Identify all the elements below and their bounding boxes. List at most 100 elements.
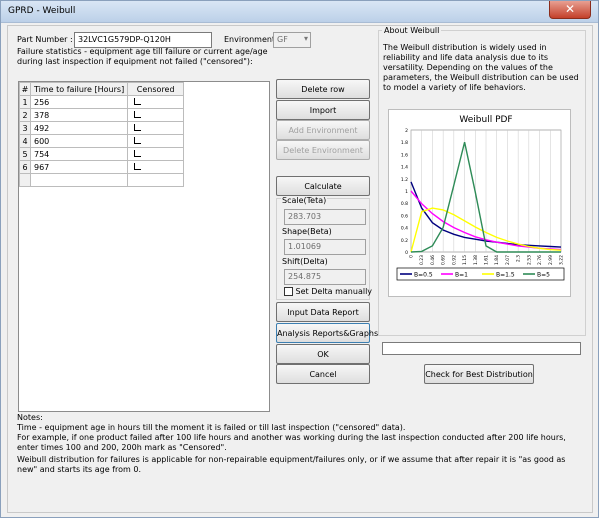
table-row[interactable]: 4 600 (19, 134, 185, 148)
delete-row-button[interactable]: Delete row (276, 79, 370, 99)
shift-field[interactable]: 254.875 (284, 269, 366, 285)
add-environment-button[interactable]: Add Environment (276, 120, 370, 140)
time-cell[interactable]: 256 (29, 95, 129, 109)
censored-cell[interactable] (127, 95, 185, 109)
x-tick-label: 1.15 (462, 255, 468, 265)
y-tick-label: 1.6 (401, 152, 408, 158)
table-row-empty[interactable] (19, 173, 185, 187)
chevron-down-icon: ▾ (303, 34, 308, 43)
x-tick-label: 3.22 (559, 255, 565, 265)
scale-field[interactable]: 283.703 (284, 209, 366, 225)
notes-title: Notes: (17, 413, 43, 422)
import-button[interactable]: Import (276, 100, 370, 120)
censored-checkbox[interactable] (134, 162, 142, 170)
x-tick-label: 0.92 (451, 255, 457, 265)
time-cell[interactable]: 378 (29, 108, 129, 122)
failure-data-table[interactable]: # Time to failure [Hours] Censored 1 256… (19, 82, 185, 187)
part-number-field[interactable]: 32LVC1G579DP-Q120H (74, 32, 212, 48)
dialog-client: Part Number : 32LVC1G579DP-Q120H Environ… (7, 25, 593, 513)
title-bar[interactable]: GPRD - Weibull ✕ (1, 1, 598, 23)
censored-checkbox[interactable] (134, 136, 142, 144)
row-number: 4 (19, 134, 31, 148)
ok-button[interactable]: OK (276, 344, 370, 364)
window-title: GPRD - Weibull (8, 6, 76, 16)
y-tick-label: 1.2 (401, 177, 408, 183)
about-weibull-title: About Weibull (382, 26, 442, 35)
row-number: 6 (19, 160, 31, 174)
table-row[interactable]: 6 967 (19, 160, 185, 174)
censored-cell[interactable] (127, 160, 185, 174)
censored-cell[interactable] (127, 147, 185, 161)
row-number: 5 (19, 147, 31, 161)
shift-label: Shift(Delta) (281, 257, 329, 266)
row-number: 2 (19, 108, 31, 122)
y-tick-label: 2 (405, 128, 408, 134)
failure-stats-text: Failure statistics - equipment age till … (17, 47, 268, 66)
x-tick-label: 1.61 (484, 255, 490, 265)
x-tick-label: 2.53 (526, 255, 532, 265)
time-cell[interactable]: 600 (29, 134, 129, 148)
row-number: 1 (19, 95, 31, 109)
y-tick-label: 1 (405, 189, 408, 195)
weibull-pdf-chart: Weibull PDF 0 0.2 0.4 0.6 0.8 1 1.2 1.4 1.6 1.8 2 0 0… (396, 115, 565, 281)
analysis-reports-button[interactable]: Analysis Reports&Graphs (276, 323, 378, 343)
censored-checkbox[interactable] (134, 110, 142, 118)
table-row[interactable]: 3 492 (19, 121, 185, 135)
legend-label: B=0.5 (414, 272, 433, 279)
time-cell[interactable]: 492 (29, 121, 129, 135)
x-tick-label: 0.23 (419, 255, 425, 265)
censored-cell[interactable] (127, 121, 185, 135)
weibull-pdf-chart-frame: Weibull PDF 0 0.2 0.4 0.6 0.8 1 1.2 1.4 1.6 1.8 2 0 0… (388, 109, 571, 297)
time-cell[interactable]: 967 (29, 160, 129, 174)
shape-label: Shape(Beta) (281, 227, 333, 236)
check-best-distribution-button[interactable]: Check for Best Distribution (424, 364, 534, 384)
notes-line-1: Time - equipment age in hours till the m… (17, 423, 406, 432)
environment-value: GF (277, 35, 288, 44)
legend-label: B=1.5 (496, 272, 515, 279)
y-tick-label: 0.4 (401, 226, 408, 232)
set-delta-checkbox[interactable] (284, 287, 293, 296)
weibull-window: GPRD - Weibull ✕ Part Number : 32LVC1G57… (0, 0, 599, 518)
notes-line-2: For example, if one product failed after… (17, 433, 566, 452)
censored-cell[interactable] (127, 134, 185, 148)
column-header-index[interactable]: # (19, 82, 31, 96)
environment-label: Environment : (224, 35, 281, 44)
y-tick-label: 0.2 (401, 238, 408, 244)
delete-environment-button[interactable]: Delete Environment (276, 140, 370, 160)
censored-cell[interactable] (127, 108, 185, 122)
best-distribution-result-field[interactable] (382, 342, 581, 355)
table-row[interactable]: 2 378 (19, 108, 185, 122)
x-tick-label: 2.3 (516, 255, 522, 262)
environment-select[interactable]: GF ▾ (273, 32, 311, 48)
x-tick-label: 2.07 (505, 255, 511, 265)
column-header-time[interactable]: Time to failure [Hours] (29, 82, 129, 96)
scale-label: Scale(Teta) (281, 196, 328, 205)
table-row[interactable]: 1 256 (19, 95, 185, 109)
censored-checkbox[interactable] (134, 123, 142, 131)
y-tick-label: 0.6 (401, 213, 408, 219)
censored-cell-empty[interactable] (127, 173, 185, 187)
shape-field[interactable]: 1.01069 (284, 239, 366, 255)
data-grid-frame[interactable]: # Time to failure [Hours] Censored 1 256… (18, 81, 270, 412)
y-tick-label: 1.8 (401, 140, 408, 146)
y-tick-label: 1.4 (401, 165, 408, 171)
column-header-censored[interactable]: Censored (127, 82, 185, 96)
table-header-row: # Time to failure [Hours] Censored (19, 82, 185, 96)
close-button[interactable]: ✕ (549, 1, 591, 19)
table-row[interactable]: 5 754 (19, 147, 185, 161)
set-delta-row[interactable]: Set Delta manually (284, 287, 372, 296)
row-number-empty (19, 173, 31, 187)
input-data-report-button[interactable]: Input Data Report (276, 302, 370, 322)
x-tick-label: 2.99 (548, 255, 554, 265)
censored-checkbox[interactable] (134, 97, 142, 105)
time-cell-empty[interactable] (29, 173, 129, 187)
chart-title: Weibull PDF (459, 115, 512, 125)
x-tick-label: 1.38 (473, 255, 479, 265)
legend-label: B=5 (537, 272, 550, 279)
censored-checkbox[interactable] (134, 149, 142, 157)
cancel-button[interactable]: Cancel (276, 364, 370, 384)
x-tick-label: 0.69 (441, 255, 447, 265)
time-cell[interactable]: 754 (29, 147, 129, 161)
calculate-button[interactable]: Calculate (276, 176, 370, 196)
x-tick-label: 2.76 (537, 255, 543, 265)
